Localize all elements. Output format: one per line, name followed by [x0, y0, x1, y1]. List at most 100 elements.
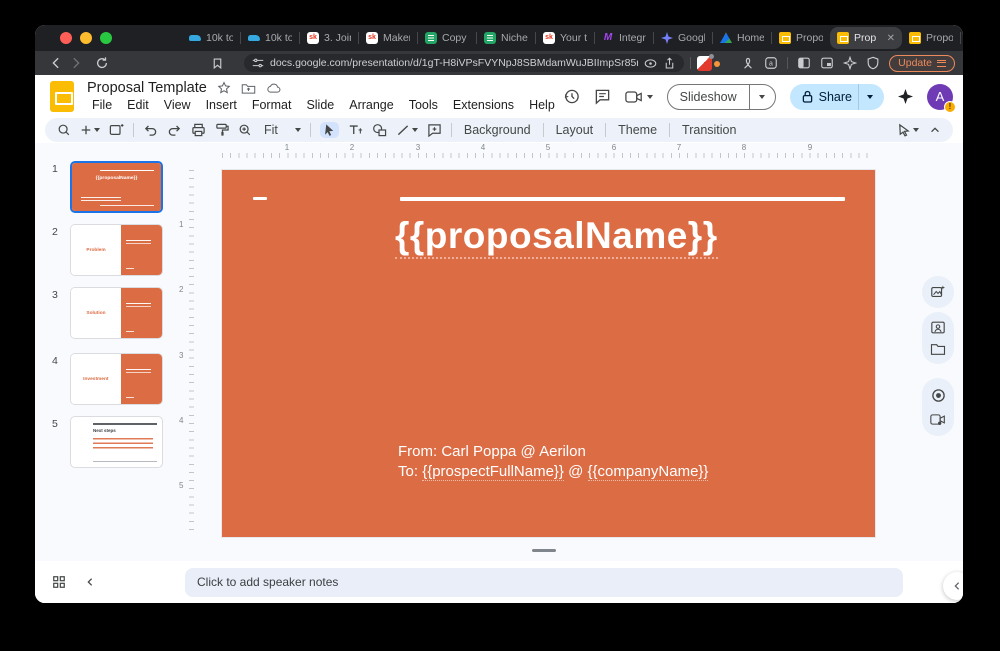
slideshow-dropdown[interactable] — [749, 85, 775, 109]
paint-format-icon[interactable] — [215, 123, 229, 137]
select-tool[interactable] — [320, 122, 339, 138]
tab-10k-1[interactable]: 10k to $1 — [182, 27, 240, 49]
camera-badge-icon[interactable] — [930, 413, 946, 426]
tab-proposal-2[interactable]: Proposal — [902, 27, 960, 49]
expand-sidebar-button[interactable] — [943, 572, 963, 600]
print-icon[interactable] — [191, 123, 206, 137]
privacy-shield-icon[interactable] — [866, 56, 880, 70]
thumbnail[interactable]: {{proposalName}} — [70, 161, 163, 213]
zoom-window-button[interactable] — [100, 32, 112, 44]
speaker-notes-input[interactable]: Click to add speaker notes — [185, 568, 903, 597]
add-slide-button[interactable] — [80, 124, 100, 136]
bookmark-icon[interactable] — [211, 57, 224, 70]
site-info-icon[interactable] — [252, 57, 264, 69]
menu-view[interactable]: View — [159, 97, 196, 113]
avatar[interactable]: A! — [927, 84, 953, 110]
text-box-tool[interactable] — [348, 123, 363, 137]
tab-join[interactable]: 3. Join 3 — [300, 27, 358, 49]
move-folder-icon[interactable] — [241, 82, 256, 95]
version-history-icon[interactable] — [563, 88, 580, 105]
share-page-icon[interactable] — [663, 57, 676, 70]
slide-accent-dash[interactable] — [253, 197, 267, 200]
menu-tools[interactable]: Tools — [404, 97, 443, 113]
slide-thumbnail-4[interactable]: 4 Investment — [52, 353, 163, 405]
tab-proposal-active[interactable]: Prop✕ — [830, 27, 902, 49]
laser-pointer-icon[interactable] — [897, 123, 919, 137]
menu-arrange[interactable]: Arrange — [344, 97, 398, 113]
theme-button[interactable]: Theme — [615, 123, 660, 137]
comments-icon[interactable] — [594, 88, 611, 105]
tab-integrations[interactable]: Integratio — [595, 27, 653, 49]
close-tab-icon[interactable]: ✕ — [887, 33, 895, 44]
forward-button[interactable] — [69, 56, 83, 70]
update-button[interactable]: Update — [889, 55, 955, 72]
collapse-toolbar-icon[interactable] — [929, 124, 941, 136]
star-icon[interactable] — [217, 81, 231, 95]
gemini-icon[interactable] — [898, 89, 913, 104]
search-menus-icon[interactable] — [57, 123, 71, 137]
minimize-window-button[interactable] — [80, 32, 92, 44]
tab-maker[interactable]: Maker Sc — [359, 27, 417, 49]
tab-10k-2[interactable]: 10k to $1 — [241, 27, 299, 49]
zoom-select[interactable]: Fit — [261, 123, 301, 137]
tab-copy-of[interactable]: Copy of — [418, 27, 476, 49]
slide-canvas[interactable]: {{proposalName}} From: Carl Poppa @ Aeri… — [222, 170, 875, 537]
folder-icon[interactable] — [930, 343, 946, 356]
slide-accent-line[interactable] — [400, 197, 845, 201]
slide-thumbnail-3[interactable]: 3 Solution — [52, 287, 163, 339]
transition-button[interactable]: Transition — [679, 123, 739, 137]
record-icon[interactable] — [931, 388, 946, 403]
menu-help[interactable]: Help — [524, 97, 560, 113]
reader-icon[interactable]: a — [764, 56, 778, 70]
tab-proposal-1[interactable]: Proposal — [772, 27, 830, 49]
address-bar[interactable]: docs.google.com/presentation/d/1gT-H8iVP… — [244, 54, 684, 72]
pip-icon[interactable] — [820, 56, 834, 70]
close-window-button[interactable] — [60, 32, 72, 44]
notes-resize-handle[interactable] — [532, 549, 556, 552]
background-button[interactable]: Background — [461, 123, 534, 137]
slide-title-textbox[interactable]: {{proposalName}} — [395, 214, 718, 257]
menu-file[interactable]: File — [87, 97, 117, 113]
slide-thumbnail-2[interactable]: 2 Problem — [52, 224, 163, 276]
document-title[interactable]: Proposal Template — [87, 80, 207, 96]
ai-cursor-icon[interactable] — [843, 56, 857, 70]
thumbnail[interactable]: Solution — [70, 287, 163, 339]
zoom-icon[interactable] — [238, 123, 252, 137]
horizontal-ruler[interactable]: 1 2 3 4 5 6 7 8 9 — [222, 145, 875, 158]
tab-your[interactable]: Your thi — [536, 27, 594, 49]
grid-view-icon[interactable] — [52, 575, 66, 589]
thumbnail[interactable]: Next steps — [70, 416, 163, 468]
menu-slide[interactable]: Slide — [301, 97, 339, 113]
photos-person-icon[interactable] — [930, 320, 946, 335]
ribbon-icon[interactable] — [741, 56, 755, 70]
slideshow-button[interactable]: Slideshow — [667, 84, 776, 110]
slide-thumbnail-5[interactable]: 5 Next steps — [52, 416, 163, 468]
menu-format[interactable]: Format — [247, 97, 297, 113]
shapes-tool[interactable] — [372, 123, 387, 137]
menu-edit[interactable]: Edit — [122, 97, 154, 113]
visibility-icon[interactable] — [644, 57, 657, 70]
slide-fromto-textbox[interactable]: From: Carl Poppa @ Aerilon To: {{prospec… — [398, 442, 708, 482]
tab-niche[interactable]: Niche Di — [477, 27, 535, 49]
slides-logo-icon[interactable] — [50, 81, 74, 112]
menu-extensions[interactable]: Extensions — [448, 97, 519, 113]
layout-button[interactable]: Layout — [553, 123, 597, 137]
share-button[interactable]: Share — [790, 84, 884, 110]
share-dropdown[interactable] — [858, 84, 880, 110]
new-slide-layout-icon[interactable] — [109, 123, 124, 137]
redo-icon[interactable] — [167, 123, 182, 137]
meet-camera-icon[interactable] — [625, 90, 653, 104]
line-tool[interactable] — [396, 124, 418, 137]
slide-thumbnail-1[interactable]: 1 {{proposalName}} — [52, 161, 163, 213]
thumbnail[interactable]: Problem — [70, 224, 163, 276]
image-sparkle-icon[interactable] — [930, 284, 946, 300]
thumbnail[interactable]: Investment — [70, 353, 163, 405]
menu-insert[interactable]: Insert — [201, 97, 242, 113]
tab-home-drive[interactable]: Home - C — [713, 27, 771, 49]
vertical-ruler[interactable]: 1 2 3 4 5 — [181, 170, 194, 537]
cloud-status-icon[interactable] — [266, 82, 281, 94]
extension-shield-icon[interactable] — [697, 56, 712, 71]
collapse-filmstrip-icon[interactable] — [85, 577, 95, 587]
insert-comment-icon[interactable] — [427, 123, 442, 137]
sidebar-toggle-icon[interactable] — [797, 56, 811, 70]
